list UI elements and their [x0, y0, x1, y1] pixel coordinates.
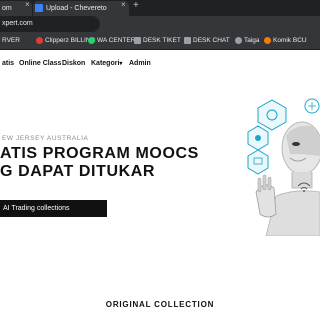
hero-subtitle: EW JERSEY AUSTRALIA	[2, 135, 89, 142]
browser-tab-bar: om × Upload - Chevereto × +	[0, 0, 320, 16]
address-bar-row: xpert.com	[0, 16, 320, 32]
desk-icon	[134, 36, 141, 44]
robot-illustration	[247, 98, 320, 236]
close-tab-icon[interactable]: ×	[25, 0, 30, 9]
whatsapp-icon	[88, 36, 95, 44]
hero-title-line-2: G DAPAT DITUKAR	[0, 163, 156, 180]
nav-item-kategori[interactable]: Kategori▾	[91, 60, 122, 67]
bookmark-item[interactable]: WA CENTER	[88, 32, 135, 50]
bookmark-item[interactable]: Taiga	[235, 32, 260, 50]
close-tab-icon[interactable]: ×	[121, 0, 126, 9]
site-navigation: atis Online Class Diskon Kategori▾ Admin	[0, 56, 320, 76]
browser-tab-active[interactable]: Upload - Chevereto	[33, 1, 129, 16]
clipperz-icon	[36, 36, 43, 44]
tab-label: om	[2, 5, 12, 12]
ai-trading-collections-button[interactable]: AI Trading collections	[0, 200, 107, 217]
nav-item-online-class[interactable]: Online Class	[19, 60, 61, 67]
nav-item-diskon[interactable]: Diskon	[62, 60, 85, 67]
tab-label: Upload - Chevereto	[46, 5, 107, 12]
section-title: ORIGINAL COLLECTION	[105, 300, 215, 309]
desk-icon	[184, 36, 191, 44]
komik-icon	[264, 36, 271, 44]
nav-item[interactable]: atis	[2, 60, 14, 67]
new-tab-icon[interactable]: +	[133, 0, 139, 11]
robot-hand	[255, 174, 277, 218]
bookmark-item[interactable]: Clipperz BILLING	[36, 32, 96, 50]
chevron-down-icon: ▾	[119, 61, 123, 67]
taiga-icon	[235, 36, 242, 44]
bookmark-item[interactable]: RVER	[2, 32, 20, 50]
address-bar[interactable]: xpert.com	[0, 16, 100, 32]
bookmarks-bar: RVER Clipperz BILLING WA CENTER DESK TIK…	[0, 32, 320, 50]
chevereto-icon	[35, 4, 43, 13]
bookmark-item[interactable]: Komik BCU	[264, 32, 307, 50]
robot-head	[265, 121, 320, 236]
nav-item-admin[interactable]: Admin	[129, 60, 151, 67]
hero-title-line-1: ATIS PROGRAM MOOCS	[0, 145, 199, 162]
bookmark-item[interactable]: DESK TIKET	[134, 32, 181, 50]
bookmark-item[interactable]: DESK CHAT	[184, 32, 230, 50]
